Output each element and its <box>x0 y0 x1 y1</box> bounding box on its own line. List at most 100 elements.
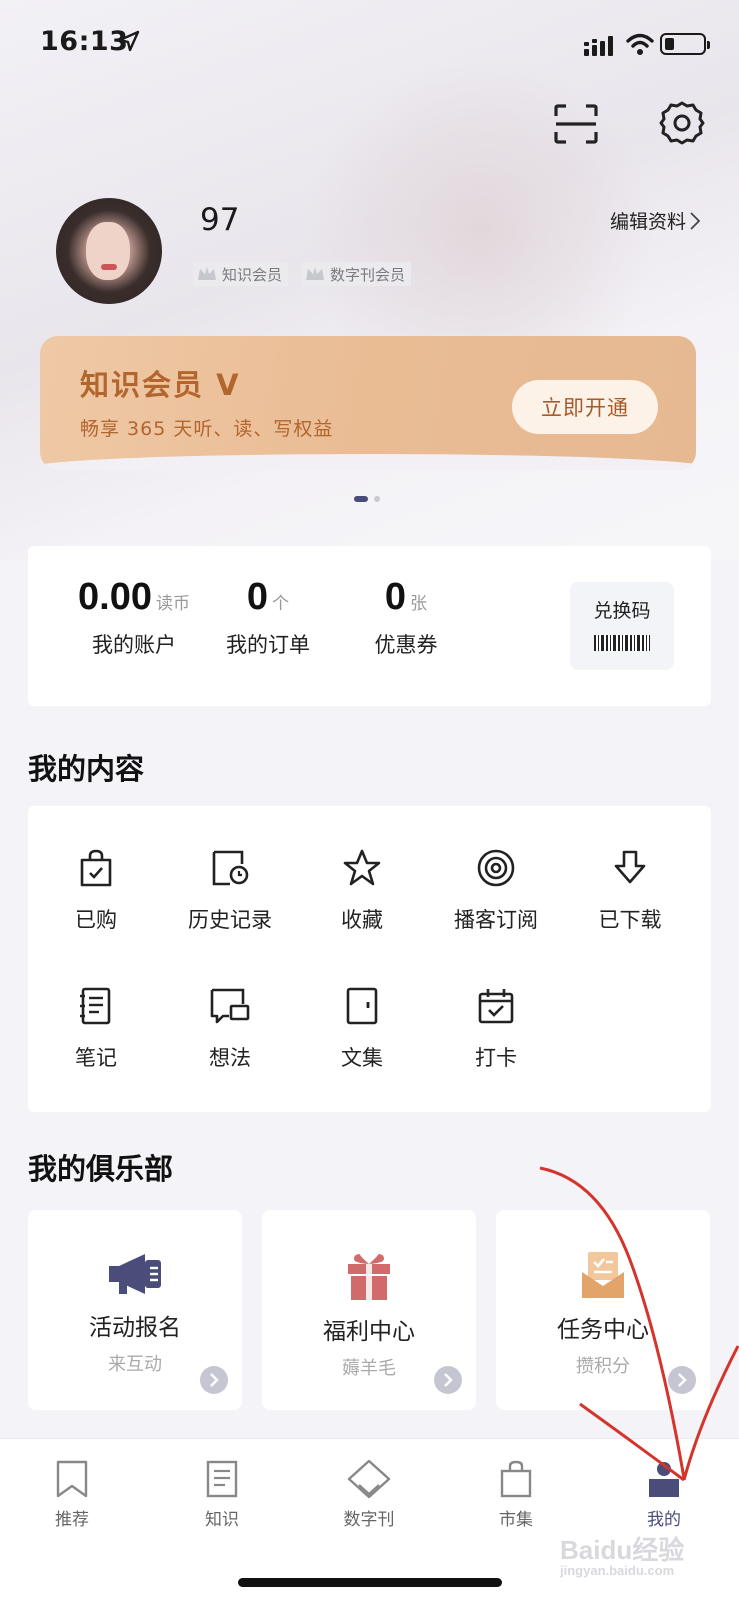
crown-icon <box>306 267 325 280</box>
chevron-right-icon[interactable] <box>668 1366 696 1394</box>
home-indicator <box>238 1578 502 1587</box>
edit-profile-label: 编辑资料 <box>610 211 687 233</box>
carousel-dot-active <box>354 496 368 502</box>
star-icon <box>343 849 381 886</box>
content-item-label: 历史记录 <box>188 908 272 932</box>
content-item-label: 播客订阅 <box>454 908 538 932</box>
stat-orders[interactable]: 0个 我的订单 <box>208 576 328 659</box>
stat-label: 优惠券 <box>374 633 438 657</box>
content-item-collections[interactable]: 文集 <box>294 986 430 1072</box>
tab-mine[interactable]: 我的 <box>614 1459 714 1530</box>
status-bar: 16:13 <box>0 0 739 90</box>
badge-label: 知识会员 <box>222 265 283 284</box>
club-card-title: 福利中心 <box>323 1319 415 1345</box>
tab-recommend[interactable]: 推荐 <box>22 1459 122 1530</box>
checkin-icon <box>478 989 514 1024</box>
username: 97 <box>200 202 240 238</box>
crown-icon <box>198 267 216 280</box>
content-item-label: 想法 <box>209 1046 251 1070</box>
profile-icon <box>649 1462 679 1497</box>
scan-icon[interactable] <box>554 104 598 144</box>
stat-value: 0.00 <box>78 576 152 618</box>
club-card-events[interactable]: 活动报名 来互动 <box>28 1210 242 1410</box>
chevron-right-icon[interactable] <box>200 1366 228 1394</box>
club-card-title: 任务中心 <box>557 1317 649 1343</box>
vip-banner[interactable]: 知识会员 V 畅享 365 天听、读、写权益 立即开通 <box>40 336 696 470</box>
account-summary: 0.00 读币 我的账户 0个 我的订单 0张 优惠券 兑换码 <box>28 546 711 706</box>
stat-value: 0 <box>384 576 407 618</box>
chevron-right-icon[interactable] <box>434 1366 462 1394</box>
stat-account[interactable]: 0.00 读币 我的账户 <box>60 576 208 659</box>
club-card-tasks[interactable]: 任务中心 攒积分 <box>496 1210 710 1410</box>
document-icon <box>206 1460 238 1498</box>
vip-subtitle: 畅享 365 天听、读、写权益 <box>80 418 334 440</box>
stat-coupons[interactable]: 0张 优惠券 <box>346 576 466 659</box>
shopping-bag-icon <box>80 849 112 887</box>
stat-unit: 张 <box>410 594 428 614</box>
badge-label: 数字刊会员 <box>330 265 406 284</box>
watermark: Baidu经验 jingyan.baidu.com <box>560 1530 684 1578</box>
carousel-indicator <box>354 496 380 502</box>
collection-icon <box>346 987 378 1025</box>
stat-value: 0 <box>246 576 269 618</box>
content-item-label: 已下载 <box>598 908 662 932</box>
carousel-dot <box>374 496 380 502</box>
content-item-label: 收藏 <box>341 908 383 932</box>
bag-icon <box>500 1460 532 1498</box>
redeem-code-button[interactable]: 兑换码 <box>570 582 674 670</box>
avatar[interactable] <box>56 198 162 304</box>
content-item-thoughts[interactable]: 想法 <box>162 986 298 1072</box>
member-badges: 知识会员 数字刊会员 <box>194 262 412 286</box>
content-item-purchased[interactable]: 已购 <box>28 848 164 934</box>
content-item-podcast[interactable]: 播客订阅 <box>428 848 564 934</box>
chevron-right-icon <box>690 211 701 230</box>
podcast-icon <box>477 849 515 887</box>
tab-label: 数字刊 <box>343 1510 395 1530</box>
stat-unit: 个 <box>272 594 290 614</box>
content-item-notes[interactable]: 笔记 <box>28 986 164 1072</box>
download-icon <box>614 850 646 884</box>
tab-label: 市集 <box>499 1510 533 1530</box>
stat-label: 我的账户 <box>92 633 176 657</box>
thought-icon <box>210 988 250 1024</box>
tab-knowledge[interactable]: 知识 <box>172 1459 272 1530</box>
tab-digital-magazine[interactable]: 数字刊 <box>319 1459 419 1530</box>
tab-label: 我的 <box>647 1510 681 1530</box>
edit-profile-link[interactable]: 编辑资料 <box>610 207 701 234</box>
gift-icon <box>348 1254 390 1300</box>
wifi-icon <box>626 33 654 55</box>
my-club-title: 我的俱乐部 <box>28 1152 174 1186</box>
badge-digital-member: 数字刊会员 <box>302 262 412 286</box>
tab-market[interactable]: 市集 <box>466 1459 566 1530</box>
battery-icon <box>660 33 710 55</box>
activate-button[interactable]: 立即开通 <box>512 380 658 434</box>
watermark-sub: jingyan.baidu.com <box>560 1563 675 1578</box>
content-item-label: 文集 <box>341 1046 383 1070</box>
vip-title: 知识会员 V <box>80 368 241 402</box>
content-item-downloads[interactable]: 已下载 <box>562 848 698 934</box>
location-arrow-icon <box>118 30 140 52</box>
stat-unit: 读币 <box>155 594 190 614</box>
gear-icon[interactable] <box>659 100 705 146</box>
stat-label: 我的订单 <box>226 633 310 657</box>
watermark-text: Baidu经验 <box>560 1535 685 1565</box>
club-card-benefits[interactable]: 福利中心 薅羊毛 <box>262 1210 476 1410</box>
signal-icon <box>584 36 613 56</box>
content-item-label: 笔记 <box>75 1046 117 1070</box>
content-item-label: 打卡 <box>475 1046 517 1070</box>
my-content-grid: 已购 历史记录 收藏 播客订阅 已下载 笔记 想法 文集 打卡 <box>28 806 711 1112</box>
bookmark-icon <box>56 1460 88 1498</box>
task-icon <box>582 1252 624 1298</box>
tab-label: 推荐 <box>55 1510 89 1530</box>
content-item-favorites[interactable]: 收藏 <box>294 848 430 934</box>
content-item-label: 已购 <box>75 908 117 932</box>
status-time: 16:13 <box>40 26 129 57</box>
content-item-checkin[interactable]: 打卡 <box>428 986 564 1072</box>
content-item-history[interactable]: 历史记录 <box>162 848 298 934</box>
badge-knowledge-member: 知识会员 <box>194 262 289 286</box>
redeem-label: 兑换码 <box>593 600 651 622</box>
notebook-icon <box>80 987 111 1025</box>
megaphone-icon <box>109 1254 161 1294</box>
club-card-title: 活动报名 <box>89 1315 181 1341</box>
my-content-title: 我的内容 <box>28 752 145 786</box>
